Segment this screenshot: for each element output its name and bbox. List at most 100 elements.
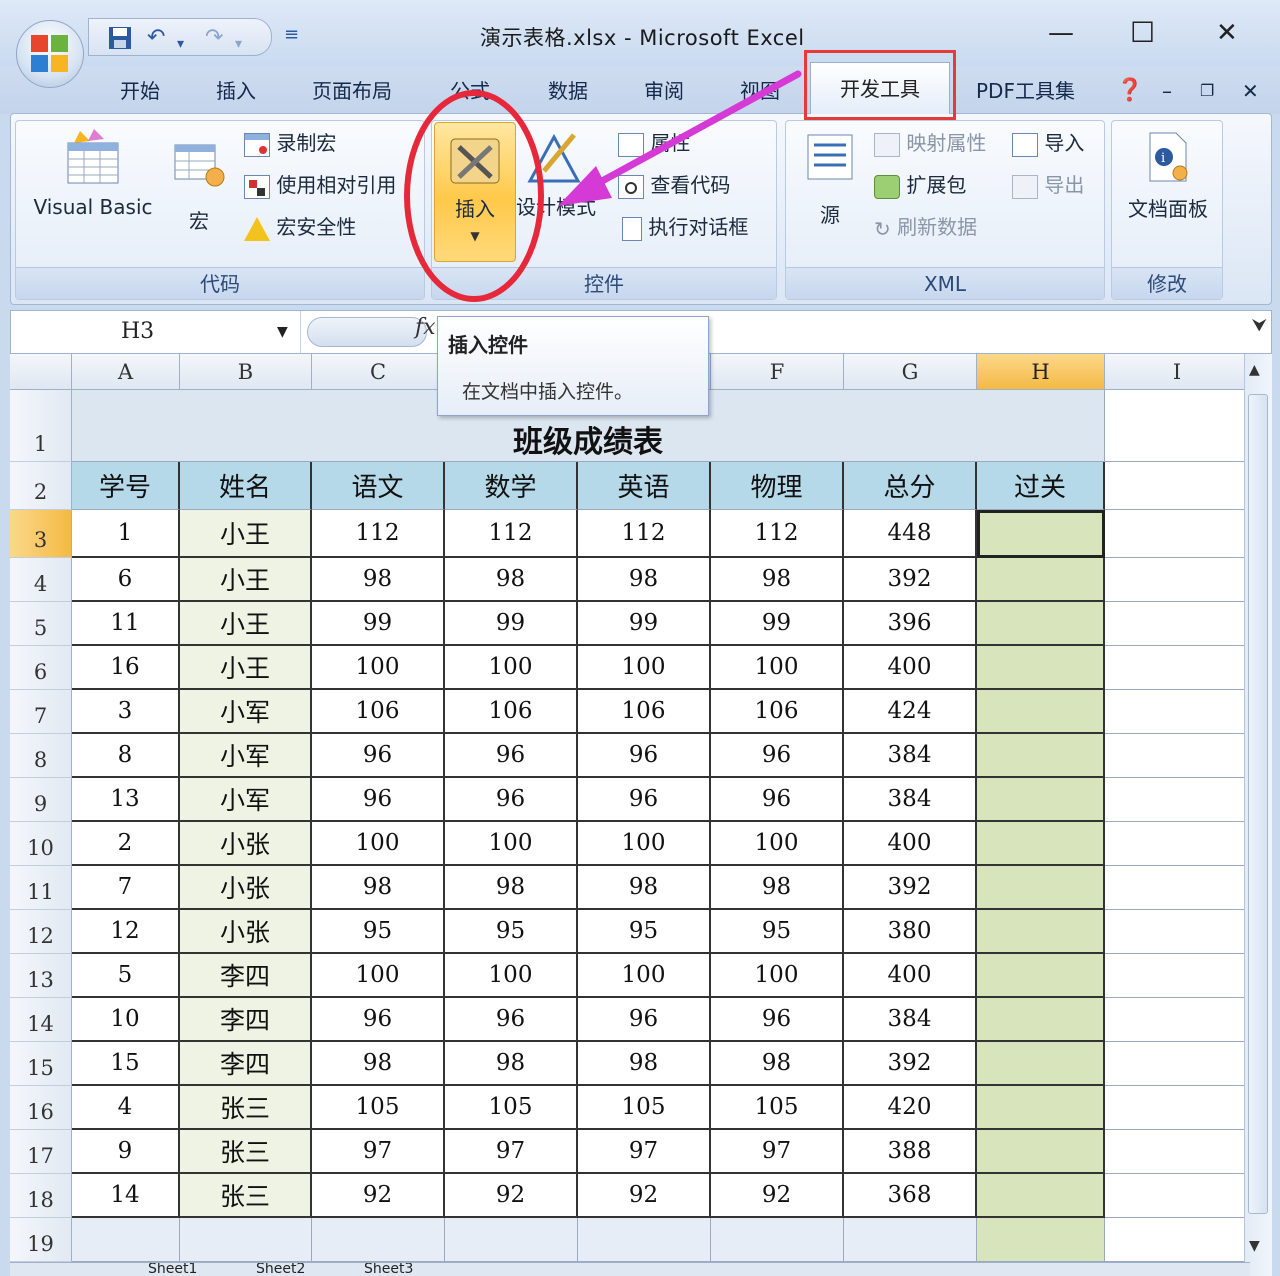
table-cell[interactable]: 100 — [312, 646, 445, 690]
cell-i1[interactable] — [1105, 390, 1250, 462]
scroll-up-icon[interactable]: ▲ — [1249, 362, 1260, 378]
header-cell-8[interactable]: 过关 — [977, 462, 1105, 510]
refresh-data-button[interactable]: ↻ 刷新数据 — [874, 211, 977, 241]
table-cell[interactable] — [977, 910, 1105, 954]
empty-cell[interactable] — [578, 1218, 711, 1262]
table-cell[interactable] — [977, 778, 1105, 822]
empty-cell[interactable] — [312, 1218, 445, 1262]
tab-review[interactable]: 审阅 — [644, 74, 684, 108]
row-header-19[interactable]: 19 — [10, 1218, 72, 1262]
empty-cell[interactable] — [72, 1218, 180, 1262]
tab-formulas[interactable]: 公式 — [450, 74, 490, 108]
active-cell-h3[interactable] — [977, 510, 1105, 558]
row-header-15[interactable]: 15 — [10, 1042, 72, 1086]
table-cell[interactable]: 92 — [312, 1174, 445, 1218]
minimize-button[interactable]: — — [1048, 18, 1074, 48]
table-cell[interactable]: 小军 — [180, 690, 312, 734]
table-cell[interactable]: 15 — [72, 1042, 180, 1086]
insert-control-button[interactable]: 插入 ▼ — [434, 122, 516, 262]
empty-cell[interactable] — [1105, 1174, 1250, 1218]
table-cell[interactable]: 384 — [844, 998, 977, 1042]
table-cell[interactable]: 98 — [312, 866, 445, 910]
empty-cell[interactable] — [1105, 462, 1250, 510]
table-cell[interactable]: 7 — [72, 866, 180, 910]
table-cell[interactable]: 14 — [72, 1174, 180, 1218]
table-cell[interactable]: 96 — [445, 998, 578, 1042]
table-cell[interactable]: 388 — [844, 1130, 977, 1174]
tab-view[interactable]: 视图 — [740, 74, 780, 108]
table-cell[interactable]: 李四 — [180, 954, 312, 998]
table-cell[interactable]: 98 — [578, 558, 711, 602]
table-cell[interactable]: 98 — [578, 866, 711, 910]
table-cell[interactable]: 96 — [312, 778, 445, 822]
empty-cell[interactable] — [711, 1218, 844, 1262]
macro-security-button[interactable]: 宏安全性 — [244, 211, 356, 241]
table-cell[interactable]: 384 — [844, 734, 977, 778]
tab-data[interactable]: 数据 — [548, 74, 588, 108]
table-cell[interactable]: 98 — [711, 558, 844, 602]
table-cell[interactable]: 98 — [445, 866, 578, 910]
empty-cell[interactable] — [1105, 510, 1250, 558]
empty-cell[interactable] — [180, 1218, 312, 1262]
table-cell[interactable]: 92 — [578, 1174, 711, 1218]
row-header-8[interactable]: 8 — [10, 734, 72, 778]
table-cell[interactable]: 98 — [312, 1042, 445, 1086]
office-button[interactable] — [16, 20, 84, 88]
table-cell[interactable] — [977, 1042, 1105, 1086]
column-header-a[interactable]: A — [72, 354, 180, 390]
header-cell-4[interactable]: 数学 — [445, 462, 578, 510]
table-cell[interactable]: 424 — [844, 690, 977, 734]
table-cell[interactable]: 106 — [312, 690, 445, 734]
empty-cell[interactable] — [1105, 602, 1250, 646]
export-button[interactable]: 导出 — [1012, 169, 1084, 199]
row-header-13[interactable]: 13 — [10, 954, 72, 998]
table-cell[interactable] — [977, 602, 1105, 646]
empty-cell[interactable] — [1105, 1086, 1250, 1130]
table-cell[interactable]: 100 — [711, 646, 844, 690]
table-cell[interactable]: 2 — [72, 822, 180, 866]
tab-developer[interactable]: 开发工具 — [810, 62, 950, 114]
table-cell[interactable]: 小军 — [180, 734, 312, 778]
tab-home[interactable]: 开始 — [120, 74, 160, 108]
table-cell[interactable]: 小王 — [180, 602, 312, 646]
row-header-6[interactable]: 6 — [10, 646, 72, 690]
row-header-3[interactable]: 3 — [10, 510, 72, 558]
table-cell[interactable]: 100 — [445, 822, 578, 866]
table-cell[interactable]: 97 — [711, 1130, 844, 1174]
table-cell[interactable]: 5 — [72, 954, 180, 998]
table-cell[interactable]: 99 — [711, 602, 844, 646]
table-cell[interactable]: 96 — [445, 778, 578, 822]
table-cell[interactable]: 100 — [312, 954, 445, 998]
ribbon-minimize-button[interactable]: – — [1162, 74, 1172, 108]
table-cell[interactable]: 105 — [578, 1086, 711, 1130]
table-cell[interactable]: 100 — [312, 822, 445, 866]
table-cell[interactable]: 92 — [445, 1174, 578, 1218]
table-cell[interactable]: 4 — [72, 1086, 180, 1130]
source-button[interactable]: 源 — [800, 131, 860, 228]
table-cell[interactable]: 小张 — [180, 866, 312, 910]
select-all-button[interactable] — [10, 354, 72, 390]
table-cell[interactable]: 100 — [711, 822, 844, 866]
table-cell[interactable] — [977, 1130, 1105, 1174]
redo-icon[interactable]: ↷ — [205, 25, 223, 51]
header-cell-7[interactable]: 总分 — [844, 462, 977, 510]
row-header-18[interactable]: 18 — [10, 1174, 72, 1218]
table-cell[interactable]: 小王 — [180, 510, 312, 558]
table-cell[interactable]: 99 — [445, 602, 578, 646]
table-cell[interactable]: 小王 — [180, 558, 312, 602]
table-cell[interactable]: 98 — [578, 1042, 711, 1086]
sheet-tab-2[interactable]: Sheet2 — [256, 1263, 305, 1276]
table-cell[interactable]: 13 — [72, 778, 180, 822]
table-cell[interactable]: 384 — [844, 778, 977, 822]
empty-cell[interactable] — [1105, 910, 1250, 954]
table-cell[interactable]: 小王 — [180, 646, 312, 690]
column-header-g[interactable]: G — [844, 354, 977, 390]
table-cell[interactable] — [977, 822, 1105, 866]
row-header-9[interactable]: 9 — [10, 778, 72, 822]
table-cell[interactable]: 380 — [844, 910, 977, 954]
table-cell[interactable]: 9 — [72, 1130, 180, 1174]
table-cell[interactable]: 3 — [72, 690, 180, 734]
table-cell[interactable]: 100 — [578, 822, 711, 866]
table-cell[interactable]: 100 — [711, 954, 844, 998]
row-header-12[interactable]: 12 — [10, 910, 72, 954]
